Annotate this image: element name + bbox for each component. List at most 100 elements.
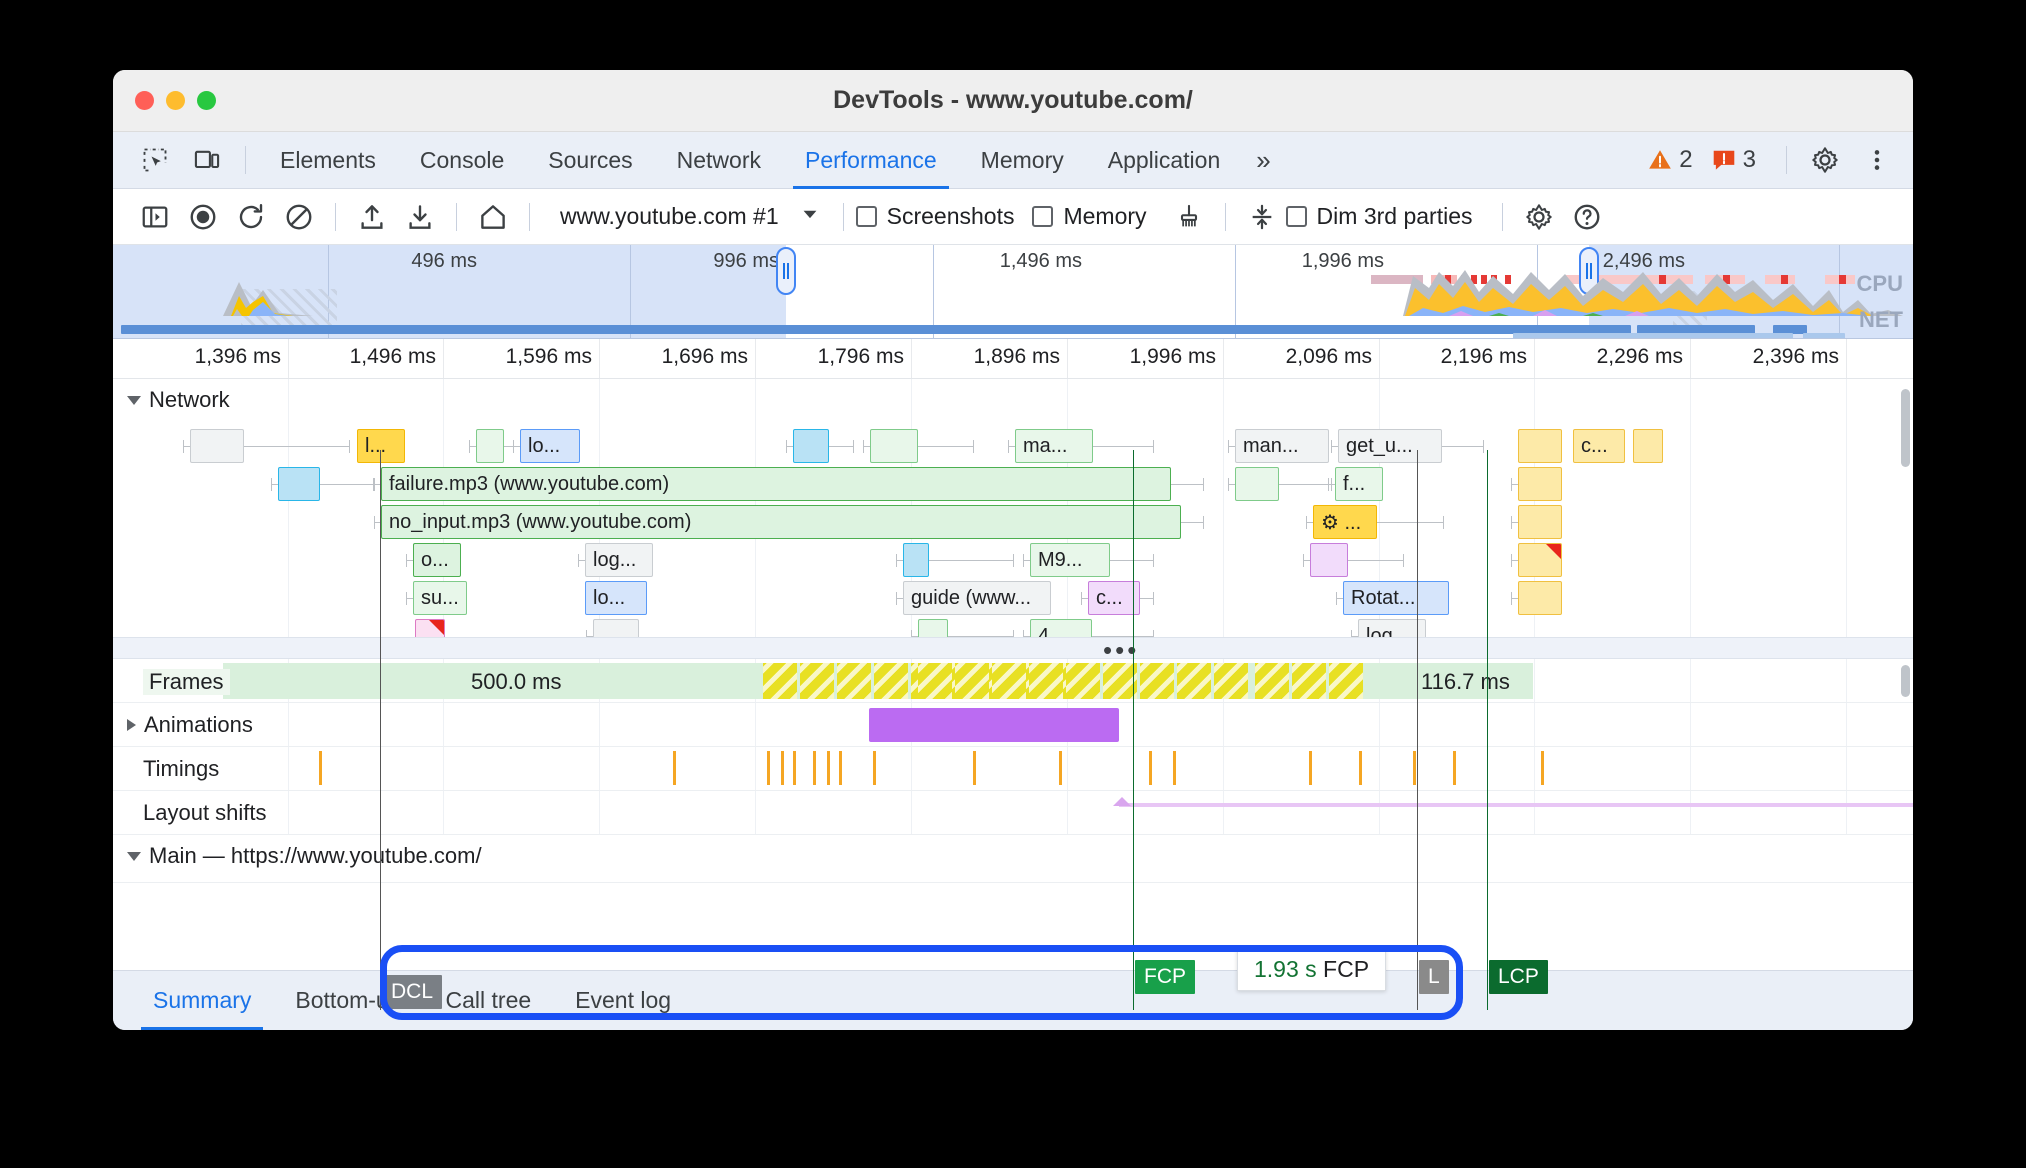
gear-icon[interactable]: [1803, 140, 1847, 180]
garbage-collect-icon[interactable]: [1165, 195, 1213, 239]
gear-icon[interactable]: [1515, 195, 1563, 239]
tab-console[interactable]: Console: [398, 132, 526, 189]
animations-track[interactable]: Animations: [113, 703, 1913, 747]
kebab-menu-icon[interactable]: [1855, 140, 1899, 180]
timing-marker[interactable]: [1149, 751, 1152, 785]
timing-marker[interactable]: [1173, 751, 1176, 785]
animations-track-header[interactable]: Animations: [127, 712, 253, 738]
network-request[interactable]: Rotat...: [1343, 581, 1449, 615]
network-request[interactable]: log...: [1358, 619, 1426, 637]
dropped-frame[interactable]: [1292, 663, 1326, 699]
main-track-header[interactable]: Main — https://www.youtube.com/: [127, 843, 482, 869]
tab-sources[interactable]: Sources: [526, 132, 654, 189]
timing-marker[interactable]: [767, 751, 770, 785]
dropped-frame[interactable]: [800, 663, 834, 699]
network-request[interactable]: [1310, 543, 1348, 577]
network-request[interactable]: [1518, 505, 1562, 539]
timing-marker[interactable]: [839, 751, 842, 785]
network-request[interactable]: [1235, 467, 1279, 501]
dim-3rd-parties-checkbox[interactable]: Dim 3rd parties: [1285, 203, 1472, 230]
record-button[interactable]: [179, 195, 227, 239]
network-request[interactable]: man...: [1235, 429, 1329, 463]
main-track[interactable]: Main — https://www.youtube.com/: [113, 835, 1913, 883]
network-request[interactable]: ⚙ ...: [1313, 505, 1377, 539]
timing-marker[interactable]: [1413, 751, 1416, 785]
frames-scrollbar[interactable]: [1901, 665, 1910, 697]
network-request[interactable]: [593, 619, 639, 637]
network-request[interactable]: lo...: [585, 581, 647, 615]
network-request[interactable]: [870, 429, 918, 463]
tab-application[interactable]: Application: [1086, 132, 1243, 189]
tab-event-log[interactable]: Event log: [553, 971, 693, 1031]
network-request[interactable]: su...: [413, 581, 467, 615]
download-icon[interactable]: [396, 195, 444, 239]
timeline-ruler[interactable]: 1,396 ms 1,496 ms 1,596 ms 1,696 ms 1,796 ms…: [113, 339, 1913, 379]
more-tabs-icon[interactable]: »: [1242, 132, 1284, 189]
timing-marker[interactable]: [813, 751, 816, 785]
network-track[interactable]: Network l... lo... ma... man... get_u... c...…: [113, 379, 1913, 637]
layout-shift-marker[interactable]: [1113, 797, 1131, 806]
network-request[interactable]: [1518, 543, 1562, 577]
error-badge[interactable]: 3: [1711, 146, 1756, 174]
upload-icon[interactable]: [348, 195, 396, 239]
network-scrollbar[interactable]: [1901, 389, 1910, 467]
network-request[interactable]: log...: [585, 543, 653, 577]
timeline-overview[interactable]: 496 ms996 ms1,496 ms1,996 ms2,496 ms2,99…: [113, 245, 1913, 339]
tab-elements[interactable]: Elements: [258, 132, 398, 189]
timing-marker[interactable]: [781, 751, 784, 785]
dropped-frame[interactable]: [874, 663, 908, 699]
dropped-frame[interactable]: [837, 663, 871, 699]
home-icon[interactable]: [469, 195, 517, 239]
timing-marker[interactable]: [1359, 751, 1362, 785]
timing-marker[interactable]: [1453, 751, 1456, 785]
network-request[interactable]: failure.mp3 (www.youtube.com): [381, 467, 1171, 501]
screenshots-checkbox[interactable]: Screenshots: [855, 203, 1014, 230]
timing-marker[interactable]: [319, 751, 322, 785]
animation-entry[interactable]: [869, 708, 1119, 742]
network-request[interactable]: c...: [1573, 429, 1625, 463]
reload-and-record-button[interactable]: [227, 195, 275, 239]
network-request[interactable]: [793, 429, 829, 463]
timing-marker[interactable]: [1541, 751, 1544, 785]
tab-summary[interactable]: Summary: [131, 971, 273, 1030]
network-request[interactable]: [1518, 429, 1562, 463]
dropped-frame[interactable]: [1255, 663, 1289, 699]
dropped-frame[interactable]: [763, 663, 797, 699]
tab-memory[interactable]: Memory: [959, 132, 1086, 189]
network-request[interactable]: M9...: [1030, 543, 1110, 577]
warning-badge[interactable]: 2: [1647, 146, 1693, 174]
network-request[interactable]: [903, 543, 929, 577]
network-request[interactable]: guide (www...: [903, 581, 1051, 615]
layout-shifts-track[interactable]: Layout shifts: [113, 791, 1913, 835]
timing-marker[interactable]: [873, 751, 876, 785]
timings-track[interactable]: Timings: [113, 747, 1913, 791]
timing-marker[interactable]: [1309, 751, 1312, 785]
network-request[interactable]: [415, 619, 445, 637]
timing-marker[interactable]: [673, 751, 676, 785]
sidebar-toggle-icon[interactable]: [131, 195, 179, 239]
dropped-frame[interactable]: [1329, 663, 1363, 699]
collapse-expand-icon[interactable]: [1238, 195, 1286, 239]
dropped-frame[interactable]: [1066, 663, 1100, 699]
dropped-frame[interactable]: [1177, 663, 1211, 699]
timing-marker[interactable]: [793, 751, 796, 785]
frames-track[interactable]: Frames 500.0 ms 116.7 ms: [113, 659, 1913, 703]
network-request[interactable]: f...: [1335, 467, 1383, 501]
network-request[interactable]: [1633, 429, 1663, 463]
dropped-frame[interactable]: [1029, 663, 1063, 699]
network-request[interactable]: o...: [413, 543, 461, 577]
trace-selector[interactable]: www.youtube.com #1: [560, 203, 821, 231]
network-request[interactable]: 4...: [1030, 619, 1092, 637]
clear-button[interactable]: [275, 195, 323, 239]
network-request[interactable]: no_input.mp3 (www.youtube.com): [381, 505, 1181, 539]
dropped-frame[interactable]: [992, 663, 1026, 699]
network-request[interactable]: [476, 429, 504, 463]
dropped-frame[interactable]: [1140, 663, 1174, 699]
timing-marker[interactable]: [827, 751, 830, 785]
dropped-frame[interactable]: [1214, 663, 1248, 699]
help-icon[interactable]: [1563, 195, 1611, 239]
layout-shift-cluster[interactable]: [1119, 803, 1913, 807]
tab-performance[interactable]: Performance: [783, 132, 959, 189]
network-request[interactable]: [918, 619, 948, 637]
network-request[interactable]: [1518, 581, 1562, 615]
